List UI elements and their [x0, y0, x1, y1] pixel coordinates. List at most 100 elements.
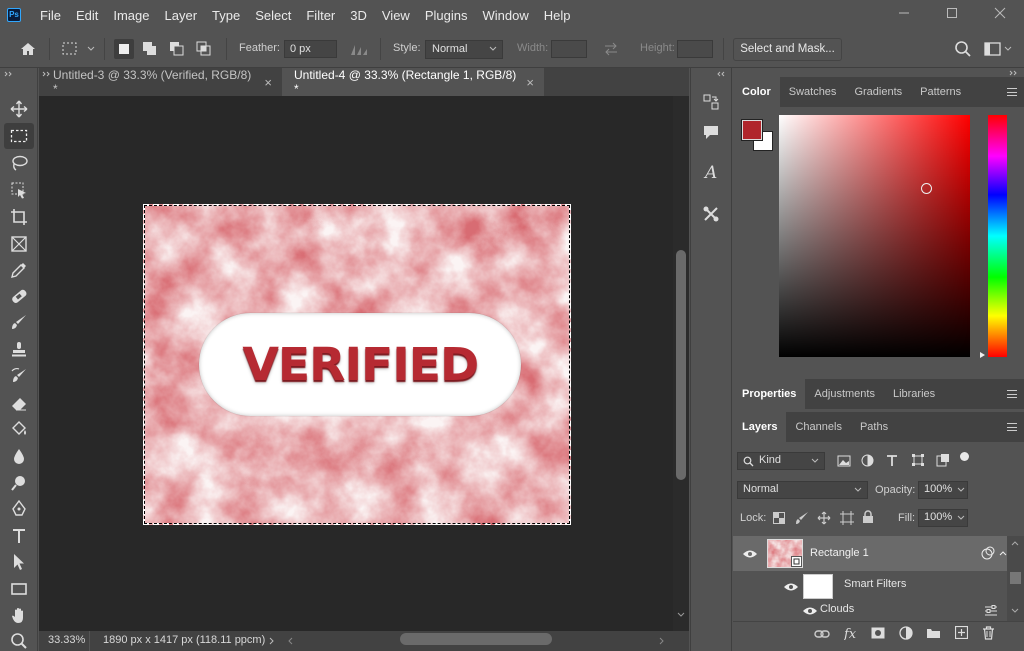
height-input[interactable] — [677, 40, 713, 58]
menu-image[interactable]: Image — [106, 8, 157, 23]
comments-panel-button[interactable] — [700, 121, 722, 143]
panel-menu-icon[interactable] — [1007, 390, 1017, 398]
layer-row-smart-filters[interactable]: Smart Filters — [733, 571, 1007, 601]
tab-untitled-4[interactable]: Untitled-4 @ 33.3% (Rectangle 1, RGB/8) … — [282, 68, 544, 96]
layers-scroll-thumb[interactable] — [1010, 572, 1021, 584]
maximize-button[interactable] — [928, 0, 976, 26]
workspace-button[interactable] — [983, 39, 1013, 59]
tool-preset-picker[interactable] — [60, 39, 98, 59]
trash-icon — [983, 626, 994, 640]
layers-scrollbar[interactable] — [1007, 536, 1024, 621]
type-tool[interactable] — [4, 523, 34, 549]
move-tool[interactable] — [4, 96, 34, 122]
menu-view[interactable]: View — [375, 8, 418, 23]
filter-kind-value: Kind — [759, 454, 782, 466]
drop-icon — [14, 449, 24, 464]
add-selection-button[interactable] — [140, 39, 160, 59]
tab-swatches[interactable]: Swatches — [780, 77, 846, 107]
hand-tool[interactable] — [4, 602, 34, 628]
menu-help[interactable]: Help — [537, 8, 579, 23]
menu-3d[interactable]: 3D — [343, 8, 375, 23]
tool-presets-button[interactable] — [700, 203, 722, 225]
menu-file[interactable]: File — [33, 8, 69, 23]
crop-tool[interactable] — [4, 204, 34, 230]
hue-slider[interactable] — [988, 115, 1007, 357]
feather-input[interactable]: 0 px — [284, 40, 337, 58]
close-tab-icon[interactable]: × — [264, 75, 272, 90]
layer-filter-kind[interactable]: Kind — [737, 452, 825, 470]
anti-alias-toggle[interactable] — [349, 39, 369, 59]
style-select[interactable]: Normal — [425, 40, 503, 59]
new-selection-button[interactable] — [114, 39, 134, 59]
blur-tool[interactable] — [4, 443, 34, 469]
minimize-button[interactable] — [880, 0, 928, 26]
tab-adjustments[interactable]: Adjustments — [805, 379, 884, 409]
layer-name[interactable]: Clouds — [820, 603, 854, 615]
brush-tool[interactable] — [4, 309, 34, 335]
blend-mode-select[interactable]: Normal — [737, 481, 868, 499]
filter-toggle-icon[interactable] — [960, 452, 969, 461]
panel-menu-icon[interactable] — [1007, 88, 1017, 96]
width-input[interactable] — [551, 40, 587, 58]
dodge-tool[interactable] — [4, 470, 34, 496]
layer-row-rectangle-1[interactable]: Rectangle 1 — [733, 536, 1007, 571]
lasso-tool[interactable] — [4, 150, 34, 176]
fill-input[interactable]: 100% — [918, 509, 968, 527]
menu-type[interactable]: Type — [205, 8, 248, 23]
layer-name[interactable]: Smart Filters — [844, 578, 906, 590]
select-and-mask-button[interactable]: Select and Mask... — [733, 38, 842, 61]
visibility-eye-icon — [784, 583, 798, 591]
history-brush-tool[interactable] — [4, 363, 34, 389]
menu-filter[interactable]: Filter — [299, 8, 343, 23]
status-bar: 33.33% 1890 px x 1417 px (118.11 ppcm) — [39, 631, 689, 651]
healing-brush-tool[interactable] — [4, 283, 34, 309]
maximize-icon — [947, 8, 957, 18]
menu-plugins[interactable]: Plugins — [418, 8, 476, 23]
zoom-tool[interactable] — [4, 628, 34, 651]
layer-row-clouds[interactable]: Clouds — [733, 601, 1007, 619]
menu-layer[interactable]: Layer — [158, 8, 206, 23]
layer-name[interactable]: Rectangle 1 — [810, 547, 869, 559]
rectangle-tool[interactable] — [4, 576, 34, 602]
path-selection-tool[interactable] — [4, 549, 34, 575]
color-field[interactable] — [779, 115, 970, 357]
panel-menu-icon[interactable] — [1007, 423, 1017, 431]
menu-window[interactable]: Window — [475, 8, 536, 23]
frame-tool[interactable] — [4, 231, 34, 257]
close-tab-icon[interactable]: × — [526, 75, 534, 90]
swap-dimensions-button[interactable] — [601, 39, 621, 59]
history-panel-button[interactable] — [700, 91, 722, 113]
style-label: Style: — [393, 42, 421, 54]
search-icon — [955, 41, 971, 57]
menu-edit[interactable]: Edit — [69, 8, 106, 23]
tab-layers[interactable]: Layers — [733, 412, 787, 442]
tab-libraries[interactable]: Libraries — [884, 379, 944, 409]
close-window-button[interactable] — [976, 0, 1024, 26]
marquee-tool[interactable] — [4, 123, 34, 149]
tab-gradients[interactable]: Gradients — [845, 77, 911, 107]
tab-untitled-3[interactable]: Untitled-3 @ 33.3% (Verified, RGB/8) * × — [41, 68, 282, 96]
opacity-input[interactable]: 100% — [918, 481, 968, 499]
horizontal-scroll-thumb[interactable] — [400, 633, 552, 645]
object-selection-tool[interactable] — [4, 177, 34, 203]
subtract-selection-button[interactable] — [167, 39, 187, 59]
tab-properties[interactable]: Properties — [733, 379, 806, 409]
tab-channels[interactable]: Channels — [786, 412, 850, 442]
tab-paths[interactable]: Paths — [851, 412, 897, 442]
foreground-color-swatch[interactable] — [741, 119, 763, 141]
menu-select[interactable]: Select — [248, 8, 299, 23]
clone-stamp-tool[interactable] — [4, 336, 34, 362]
intersect-selection-button[interactable] — [194, 39, 214, 59]
character-panel-button[interactable]: A — [700, 161, 722, 183]
home-button[interactable] — [18, 39, 38, 59]
color-picker-cursor[interactable] — [921, 183, 932, 194]
vertical-scroll-thumb[interactable] — [676, 250, 686, 480]
search-button[interactable] — [953, 39, 973, 59]
zoom-level[interactable]: 33.33% — [48, 634, 85, 646]
paint-bucket-tool[interactable] — [4, 416, 34, 442]
pen-tool[interactable] — [4, 496, 34, 522]
eraser-tool[interactable] — [4, 390, 34, 416]
eyedropper-tool[interactable] — [4, 257, 34, 283]
tab-color[interactable]: Color — [733, 77, 780, 107]
tab-patterns[interactable]: Patterns — [911, 77, 970, 107]
